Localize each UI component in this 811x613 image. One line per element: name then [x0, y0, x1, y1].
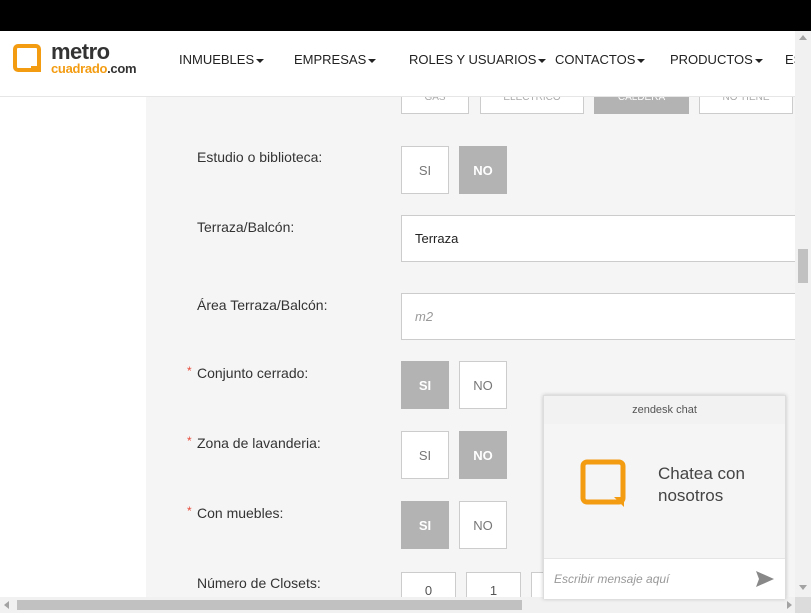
required-marker: * — [187, 504, 192, 518]
caret-down-icon — [538, 58, 547, 63]
lavanderia-si-button[interactable]: SI — [401, 431, 449, 479]
logo-text-cuadrado[interactable]: cuadrado.com — [51, 61, 137, 76]
closets-option-1[interactable]: 1 — [466, 572, 521, 597]
scroll-left-arrow-icon[interactable] — [4, 601, 9, 609]
scroll-down-arrow-icon[interactable] — [799, 585, 807, 590]
muebles-si-button[interactable]: SI — [401, 501, 449, 549]
estudio-no-button[interactable]: NO — [459, 146, 507, 194]
tab-electrico[interactable]: ELECTRICO — [480, 96, 584, 114]
nav-roles-usuarios[interactable]: ROLES Y USUARIOS — [409, 52, 547, 67]
lavanderia-no-button[interactable]: NO — [459, 431, 507, 479]
logo-text-com-part: .com — [107, 61, 137, 76]
chat-footer: Escribir mensaje aquí — [544, 558, 785, 599]
nav-roles-label: ROLES Y USUARIOS — [409, 52, 537, 67]
required-marker: * — [187, 434, 192, 448]
vertical-scrollbar[interactable] — [795, 31, 811, 597]
zendesk-chat-widget[interactable]: zendesk chat Chatea con nosotros Escribi… — [543, 395, 786, 599]
nav-contactos[interactable]: CONTACTOS — [555, 52, 646, 67]
conjunto-si-button[interactable]: SI — [401, 361, 449, 409]
caret-down-icon — [754, 58, 763, 63]
tab-no-tiene[interactable]: NO TIENE — [699, 96, 793, 114]
tab-gas[interactable]: GAS — [401, 96, 469, 114]
nav-empresas[interactable]: EMPRESAS — [294, 52, 377, 67]
metrocuadrado-logo-icon[interactable] — [13, 44, 43, 74]
nav-inmuebles[interactable]: INMUEBLES — [179, 52, 265, 67]
chat-title-line1: Chatea con — [658, 464, 745, 483]
chat-message-input[interactable]: Escribir mensaje aquí — [554, 572, 669, 586]
nav-productos[interactable]: PRODUCTOS — [670, 52, 763, 67]
closets-option-0[interactable]: 0 — [401, 572, 456, 597]
area-terraza-input[interactable]: m2 — [401, 293, 795, 340]
nav-productos-label: PRODUCTOS — [670, 52, 753, 67]
required-marker: * — [187, 364, 192, 378]
estudio-si-button[interactable]: SI — [401, 146, 449, 194]
muebles-no-button[interactable]: NO — [459, 501, 507, 549]
area-terraza-label: Área Terraza/Balcón: — [197, 297, 328, 313]
terraza-input[interactable]: Terraza — [401, 215, 795, 262]
caret-down-icon — [368, 58, 377, 63]
chat-title: Chatea con nosotros — [658, 463, 745, 507]
nav-contactos-label: CONTACTOS — [555, 52, 636, 67]
tab-caldera[interactable]: CALDERA — [594, 96, 689, 114]
muebles-label: Con muebles: — [197, 505, 284, 521]
vertical-scroll-thumb[interactable] — [798, 249, 808, 283]
logo-text-cuadrado-part: cuadrado — [51, 61, 108, 76]
scroll-right-arrow-icon[interactable] — [787, 601, 792, 609]
closets-label: Número de Closets: — [197, 575, 321, 591]
terraza-label: Terraza/Balcón: — [197, 219, 295, 235]
nav-empresas-label: EMPRESAS — [294, 52, 367, 67]
horizontal-scroll-thumb[interactable] — [17, 600, 522, 610]
send-icon[interactable] — [755, 570, 775, 588]
estudio-label: Estudio o biblioteca: — [197, 149, 323, 165]
scroll-up-arrow-icon[interactable] — [799, 35, 807, 40]
caret-down-icon — [637, 58, 646, 63]
lavanderia-label: Zona de lavanderia: — [197, 435, 321, 451]
browser-top-bar — [0, 0, 811, 31]
scrollbar-corner — [795, 597, 811, 613]
caret-down-icon — [256, 58, 265, 63]
nav-inmuebles-label: INMUEBLES — [179, 52, 255, 67]
conjunto-no-button[interactable]: NO — [459, 361, 507, 409]
chat-title-line2: nosotros — [658, 486, 724, 505]
chat-body: Chatea con nosotros — [544, 424, 785, 558]
chat-header[interactable]: zendesk chat — [544, 396, 785, 424]
conjunto-label: Conjunto cerrado: — [197, 365, 309, 381]
chat-bubble-icon — [580, 459, 626, 507]
